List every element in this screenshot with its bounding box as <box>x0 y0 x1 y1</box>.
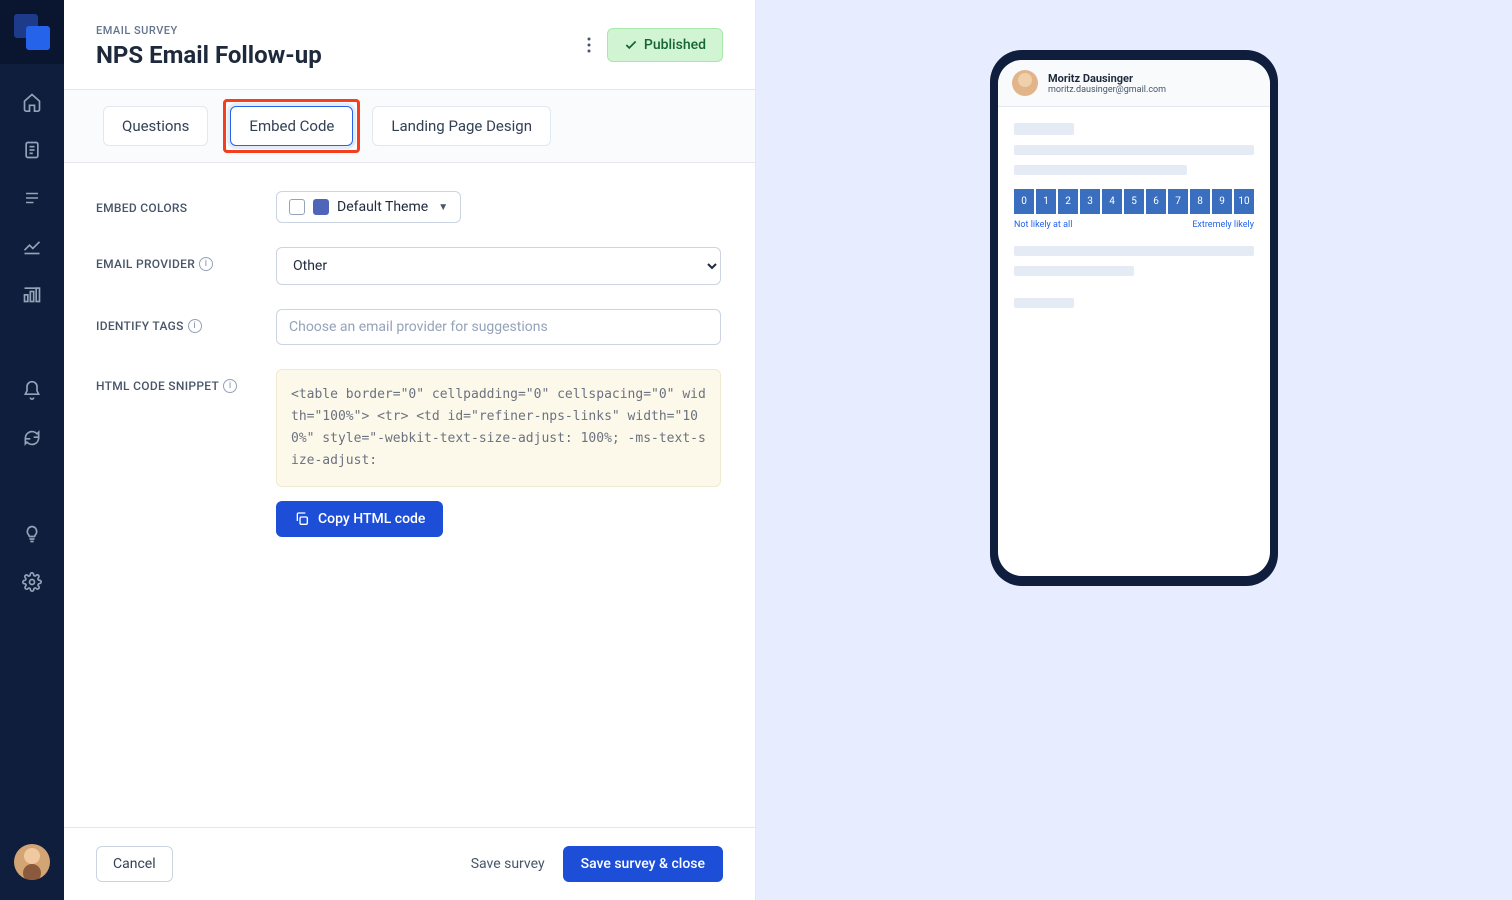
nps-cell-5[interactable]: 5 <box>1124 189 1144 214</box>
skeleton-line <box>1014 246 1254 256</box>
footer: Cancel Save survey Save survey & close <box>64 827 755 900</box>
tab-highlight: Embed Code <box>223 99 360 153</box>
app-sidebar <box>0 0 64 900</box>
more-menu-button[interactable] <box>583 32 595 58</box>
sender-email: moritz.dausinger@gmail.com <box>1048 85 1166 95</box>
nps-low-label: Not likely at all <box>1014 220 1072 230</box>
tab-questions[interactable]: Questions <box>103 106 208 146</box>
nps-cell-9[interactable]: 9 <box>1212 189 1232 214</box>
skeleton-line <box>1014 123 1074 135</box>
save-close-button[interactable]: Save survey & close <box>563 846 723 882</box>
copy-html-label: Copy HTML code <box>318 511 425 527</box>
nps-high-label: Extremely likely <box>1192 220 1254 230</box>
breadcrumb: EMAIL SURVEY <box>96 24 322 37</box>
bulb-icon[interactable] <box>22 524 42 544</box>
theme-select[interactable]: Default Theme ▼ <box>276 191 461 223</box>
skeleton-line <box>1014 145 1254 155</box>
dashboard-icon[interactable] <box>22 284 42 304</box>
info-icon[interactable]: i <box>223 379 237 393</box>
app-logo[interactable] <box>0 0 64 64</box>
nps-cell-0[interactable]: 0 <box>1014 189 1034 214</box>
skeleton-line <box>1014 165 1187 175</box>
chart-icon[interactable] <box>22 236 42 256</box>
copy-icon <box>294 511 310 527</box>
chevron-down-icon: ▼ <box>438 202 448 213</box>
nps-cell-3[interactable]: 3 <box>1080 189 1100 214</box>
bell-icon[interactable] <box>22 380 42 400</box>
info-icon[interactable]: i <box>188 319 202 333</box>
status-badge: Published <box>607 28 723 62</box>
nps-cell-7[interactable]: 7 <box>1168 189 1188 214</box>
nps-cell-8[interactable]: 8 <box>1190 189 1210 214</box>
mail-header: Moritz Dausinger moritz.dausinger@gmail.… <box>998 60 1270 107</box>
nps-scale: 0 1 2 3 4 5 6 7 8 9 10 <box>1014 189 1254 214</box>
swatch-white <box>289 199 305 215</box>
tab-embed-code[interactable]: Embed Code <box>230 106 353 146</box>
identify-tags-input[interactable] <box>276 309 721 345</box>
main-area: EMAIL SURVEY NPS Email Follow-up Publish… <box>64 0 1512 900</box>
email-provider-label: EMAIL PROVIDER <box>96 257 195 271</box>
embed-colors-label: EMBED COLORS <box>96 191 276 215</box>
tabs-row: Questions Embed Code Landing Page Design <box>64 90 755 163</box>
nps-labels: Not likely at all Extremely likely <box>1014 220 1254 230</box>
theme-name: Default Theme <box>337 199 428 215</box>
nps-cell-6[interactable]: 6 <box>1146 189 1166 214</box>
phone-screen: Moritz Dausinger moritz.dausinger@gmail.… <box>998 60 1270 576</box>
user-avatar[interactable] <box>14 844 50 880</box>
status-text: Published <box>644 37 706 53</box>
tab-landing-page-design[interactable]: Landing Page Design <box>372 106 551 146</box>
refresh-icon[interactable] <box>22 428 42 448</box>
preview-panel: Moritz Dausinger moritz.dausinger@gmail.… <box>756 0 1512 900</box>
html-snippet-label: HTML CODE SNIPPET <box>96 379 219 393</box>
identify-tags-label: IDENTIFY TAGS <box>96 319 184 333</box>
email-provider-select[interactable]: Other <box>276 247 721 285</box>
page-title: NPS Email Follow-up <box>96 41 322 69</box>
sender-name: Moritz Dausinger <box>1048 72 1166 85</box>
nps-cell-4[interactable]: 4 <box>1102 189 1122 214</box>
clipboard-icon[interactable] <box>22 140 42 160</box>
skeleton-line <box>1014 266 1134 276</box>
swatch-blue <box>313 199 329 215</box>
page-header: EMAIL SURVEY NPS Email Follow-up Publish… <box>64 0 755 90</box>
gear-icon[interactable] <box>22 572 42 592</box>
skeleton-line <box>1014 298 1074 308</box>
info-icon[interactable]: i <box>199 257 213 271</box>
phone-frame: Moritz Dausinger moritz.dausinger@gmail.… <box>990 50 1278 586</box>
nps-cell-10[interactable]: 10 <box>1234 189 1254 214</box>
sender-avatar <box>1012 70 1038 96</box>
check-icon <box>624 38 638 52</box>
editor-panel: EMAIL SURVEY NPS Email Follow-up Publish… <box>64 0 756 900</box>
list-icon[interactable] <box>22 188 42 208</box>
code-snippet[interactable]: <table border="0" cellpadding="0" cellsp… <box>276 369 721 487</box>
home-icon[interactable] <box>22 92 42 112</box>
copy-html-button[interactable]: Copy HTML code <box>276 501 443 537</box>
save-survey-button[interactable]: Save survey <box>471 856 545 872</box>
nps-cell-1[interactable]: 1 <box>1036 189 1056 214</box>
form-area: EMBED COLORS Default Theme ▼ EMAIL PROVI… <box>64 163 755 827</box>
cancel-button[interactable]: Cancel <box>96 846 173 882</box>
nps-cell-2[interactable]: 2 <box>1058 189 1078 214</box>
mail-body: 0 1 2 3 4 5 6 7 8 9 10 Not likely at all <box>998 107 1270 334</box>
